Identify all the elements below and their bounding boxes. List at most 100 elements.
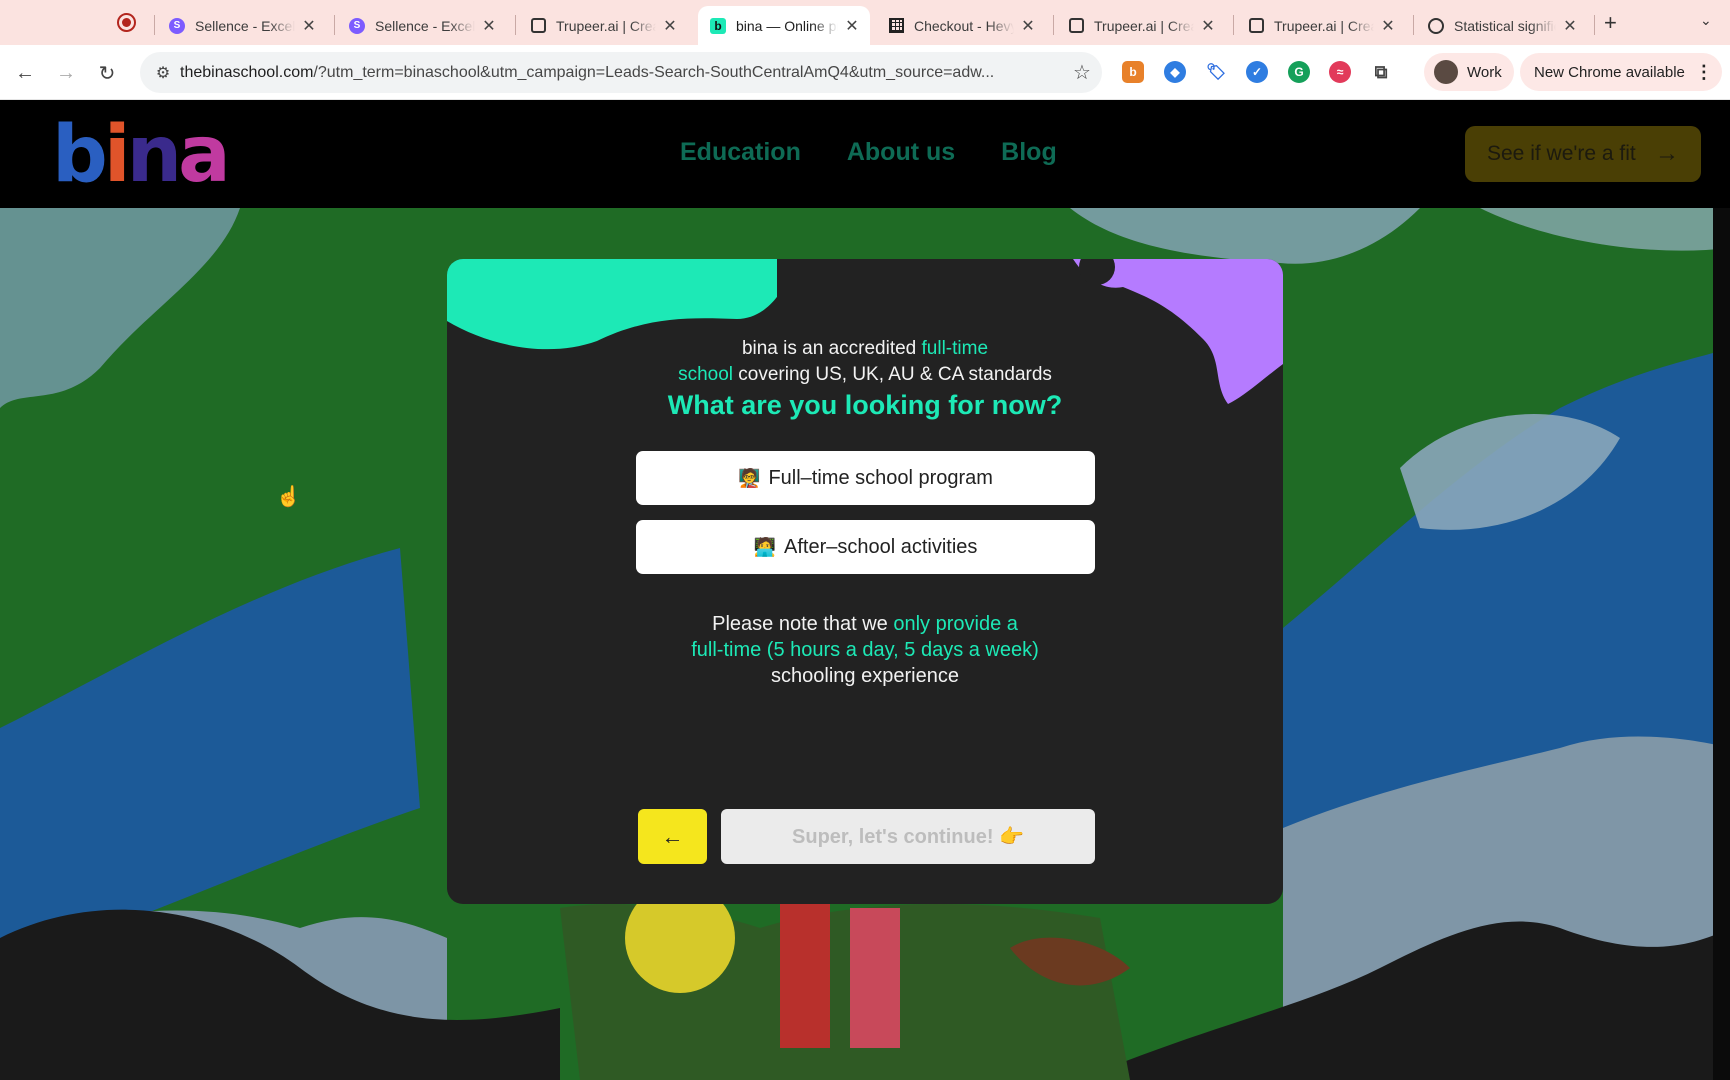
back-icon[interactable]: ← [11,59,39,87]
intro-part: bina is an accredited [741,338,922,359]
tab-title: Sellence - Excel [375,17,475,34]
new-tab-button[interactable]: + [1604,10,1617,36]
note-highlight: only provide a [893,613,1018,635]
logo-letter: n [126,110,182,200]
photo-figure [850,908,900,1048]
close-icon[interactable]: ✕ [301,16,317,36]
tab-title: Checkout - Hevy [914,17,1014,34]
url-text[interactable]: thebinaschool.com/?utm_term=binaschool&u… [180,64,1062,82]
note-part: Please note that we [712,613,894,635]
spreadsheet-icon [888,18,904,34]
site-header: bina Education About us Blog See if we'r… [0,100,1730,208]
bookmark-star-icon[interactable]: ☆ [1062,60,1102,85]
update-label: New Chrome available [1534,63,1685,81]
close-icon[interactable]: ✕ [1020,16,1036,36]
close-icon[interactable]: ✕ [844,16,860,36]
bina-icon: b [710,17,726,34]
tab-separator [1053,15,1054,35]
tab-title: Sellence - Excel [195,17,295,34]
photo-figure [780,898,830,1048]
kebab-menu-icon[interactable]: ⋮ [1695,62,1713,83]
tab-separator [154,15,155,35]
tab-bina[interactable]: b bina — Online private ✕ [698,6,870,45]
option-label: After–school activities [784,535,978,558]
technologist-icon: 🧑‍💻 [753,536,776,557]
close-icon[interactable]: ✕ [1562,16,1578,36]
full-time-note: Please note that we only provide a full-… [447,611,1283,689]
tab-checkout[interactable]: Checkout - Hevy ✕ [876,6,1046,45]
extension-b-icon[interactable]: b [1122,61,1144,83]
address-bar[interactable]: ⚙ thebinaschool.com/?utm_term=binaschool… [140,52,1102,93]
option-full-time-program[interactable]: 🧑‍🏫 Full–time school program [636,451,1095,505]
trupeer-icon [1068,18,1084,34]
intro-highlight: full-time [921,338,989,359]
note-part: schooling experience [771,665,959,687]
update-chrome-button[interactable]: New Chrome available ⋮ [1520,53,1722,91]
tab-separator [1594,15,1595,35]
logo-letter: a [178,110,231,200]
page-scrollbar[interactable] [1713,208,1730,1080]
tab-separator [334,15,335,35]
option-label: Full–time school program [768,466,993,489]
tab-title: Trupeer.ai | Create [1094,17,1194,34]
tab-statistical[interactable]: Statistical significance ✕ [1416,6,1588,45]
tab-separator [1413,15,1414,35]
note-highlight: full-time (5 hours a day, 5 days a week) [691,639,1039,661]
close-icon[interactable]: ✕ [1200,16,1216,36]
main-nav: Education About us Blog [680,138,1057,167]
site-settings-icon[interactable]: ⚙ [146,63,180,83]
tab-trupeer-2[interactable]: Trupeer.ai | Create ✕ [1056,6,1226,45]
url-host: thebinaschool.com [180,63,314,81]
tab-title: Trupeer.ai | Create [556,17,656,34]
tab-trupeer-1[interactable]: Trupeer.ai | Create ✕ [518,6,688,45]
bina-logo[interactable]: bina [52,116,231,194]
extension-drop-icon[interactable]: ◆ [1164,61,1186,83]
logo-letter: b [52,110,108,200]
tab-separator [515,15,516,35]
tab-search-chevron-icon[interactable]: ⌄ [1700,12,1712,29]
record-indicator-icon[interactable] [117,13,136,32]
forward-icon[interactable]: → [52,59,80,87]
close-icon[interactable]: ✕ [1380,16,1396,36]
see-if-fit-button[interactable]: See if we're a fit → [1465,126,1701,182]
intro-highlight: school [678,364,733,385]
extension-tag-icon[interactable]: 🏷 [1205,61,1227,83]
trupeer-icon [1248,18,1264,34]
sellence-icon: S [349,17,365,34]
profile-button[interactable]: Work [1424,53,1514,91]
avatar [1434,60,1458,84]
nav-blog[interactable]: Blog [1001,138,1057,167]
tab-title: Statistical significance [1454,17,1556,34]
arrow-left-icon: ← [661,823,684,849]
hand-cursor-icon: ☝ [276,486,301,508]
tab-title: bina — Online private [736,17,838,34]
close-icon[interactable]: ✕ [481,16,497,36]
reload-icon[interactable]: ↻ [93,59,121,87]
browser-toolbar: ← → ↻ ⚙ thebinaschool.com/?utm_term=bina… [0,45,1730,100]
question-heading: What are you looking for now? [667,390,1063,420]
tab-sellence-2[interactable]: S Sellence - Excel ✕ [337,6,507,45]
sellence-icon: S [169,17,185,34]
intro-text: bina is an accredited full-time school c… [447,336,1283,388]
intro-part: covering US, UK, AU & CA standards [733,364,1052,385]
tab-separator [1233,15,1234,35]
extension-check-icon[interactable]: ✓ [1246,61,1268,83]
option-after-school[interactable]: 🧑‍💻 After–school activities [636,520,1095,574]
extension-red-icon[interactable]: ≈ [1329,61,1351,83]
trupeer-icon [530,18,546,34]
tab-trupeer-3[interactable]: Trupeer.ai | Create ✕ [1236,6,1406,45]
questionnaire-card: bina is an accredited full-time school c… [447,259,1283,904]
nav-education[interactable]: Education [680,138,801,167]
profile-label: Work [1467,63,1502,81]
logo-letter: i [103,110,131,200]
arrow-right-icon: → [1655,140,1679,167]
tab-sellence-1[interactable]: S Sellence - Excel ✕ [157,6,327,45]
extensions-puzzle-icon[interactable]: ⧉ [1370,61,1392,83]
grammarly-icon[interactable]: G [1288,61,1310,83]
tab-strip: S Sellence - Excel ✕ S Sellence - Excel … [0,0,1730,45]
continue-button[interactable]: Super, let's continue! 👉 [721,809,1095,864]
nav-about-us[interactable]: About us [847,138,955,167]
back-button[interactable]: ← [638,809,707,864]
close-icon[interactable]: ✕ [662,16,678,36]
cta-label: See if we're a fit [1487,142,1636,165]
